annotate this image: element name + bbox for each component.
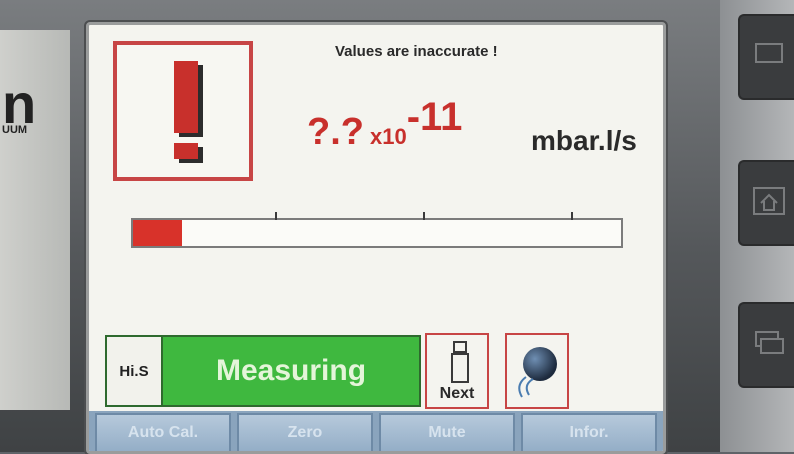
sound-waves-icon xyxy=(518,376,534,398)
reading-unit: mbar.l/s xyxy=(531,125,637,156)
status-panel[interactable]: Hi.S Measuring xyxy=(105,335,421,407)
side-button-windows[interactable] xyxy=(738,302,794,388)
softkey-bar: Auto Cal. Zero Mute Infor. xyxy=(89,411,663,451)
leak-rate-bar-fill xyxy=(133,220,182,246)
info-icon-dot xyxy=(453,341,467,353)
bar-tick xyxy=(423,212,425,220)
softkey-auto-cal[interactable]: Auto Cal. xyxy=(95,413,231,451)
reading-multiplier: x10 xyxy=(369,124,407,149)
bar-tick xyxy=(275,212,277,220)
brand-subtext: UUM xyxy=(2,124,28,136)
exclamation-dot xyxy=(174,143,198,159)
softkey-zero[interactable]: Zero xyxy=(237,413,373,451)
leak-rate-bar xyxy=(131,212,623,248)
display-screen: Values are inaccurate ! ?.? x10-11 mbar.l… xyxy=(86,22,666,454)
device-left-panel: n UUM xyxy=(0,30,70,410)
exclamation-bar xyxy=(174,61,198,133)
next-button-label: Next xyxy=(439,385,475,402)
mode-label: Hi.S xyxy=(107,337,163,405)
side-button-monitor[interactable] xyxy=(738,14,794,100)
next-button[interactable]: Next xyxy=(425,333,489,409)
bar-tick xyxy=(571,212,573,220)
softkey-mute[interactable]: Mute xyxy=(379,413,515,451)
warning-message: Values are inaccurate ! xyxy=(335,43,498,60)
speaker-button[interactable] xyxy=(505,333,569,409)
side-button-home[interactable] xyxy=(738,160,794,246)
home-icon xyxy=(753,187,785,215)
warning-indicator xyxy=(113,41,253,181)
softkey-info[interactable]: Infor. xyxy=(521,413,657,451)
monitor-icon xyxy=(755,43,783,63)
status-text: Measuring xyxy=(215,354,367,387)
leak-rate-reading: ?.? x10-11 xyxy=(307,95,462,154)
window-stack-icon xyxy=(755,331,784,354)
reading-exponent: -11 xyxy=(406,95,463,139)
info-icon-body xyxy=(451,353,469,383)
reading-mantissa: ?.? xyxy=(307,111,364,153)
